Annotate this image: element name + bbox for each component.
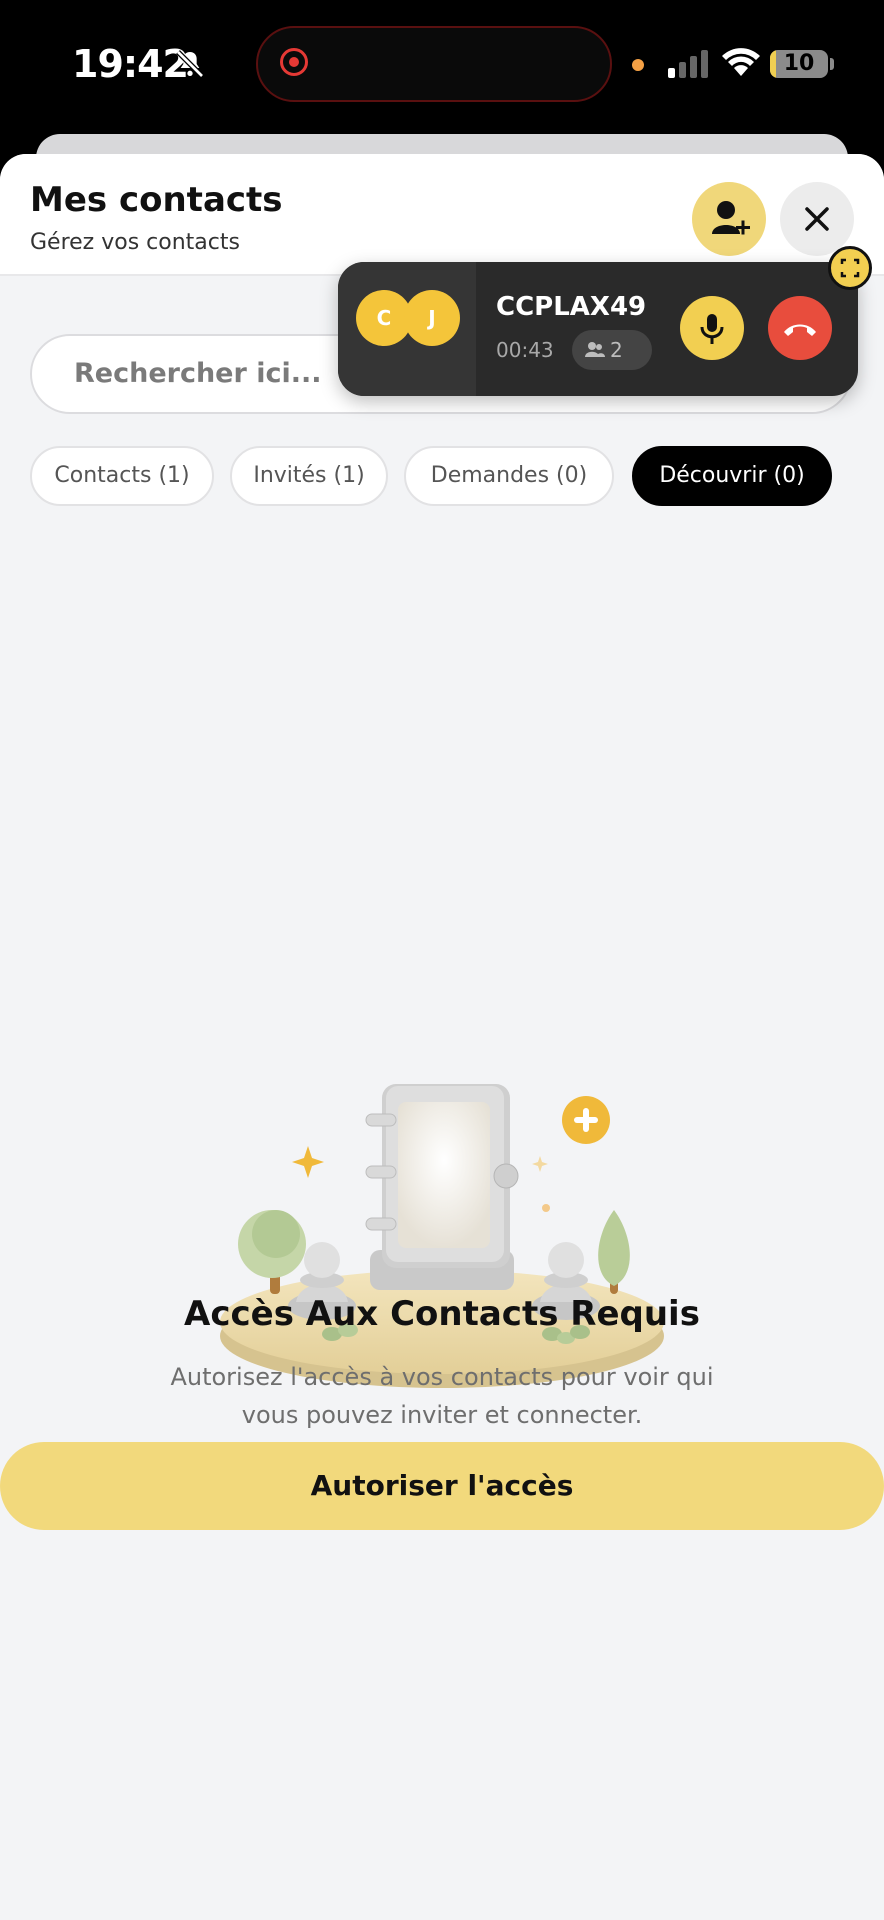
call-name: CCPLAX49: [496, 292, 647, 322]
contacts-sheet: Mes contacts Gérez vos contacts Recherch…: [0, 154, 884, 1920]
battery-icon: 10: [770, 50, 828, 78]
empty-state-description-line2: vous pouvez inviter et connecter.: [241, 1401, 643, 1429]
status-time: 19:42: [72, 42, 189, 86]
tab-demandes[interactable]: Demandes (0): [404, 446, 614, 506]
sheet-header: Mes contacts Gérez vos contacts: [0, 154, 884, 276]
mute-button[interactable]: [680, 296, 744, 360]
tab-contacts[interactable]: Contacts (1): [30, 446, 214, 506]
allow-access-label: Autoriser l'accès: [310, 1469, 574, 1502]
close-button[interactable]: [780, 182, 854, 256]
search-input[interactable]: Rechercher ici...: [74, 358, 322, 389]
empty-state-title: Accès Aux Contacts Requis: [184, 1294, 700, 1334]
page-subtitle: Gérez vos contacts: [30, 230, 240, 255]
status-bar: 19:42 10: [0, 0, 884, 140]
dynamic-island[interactable]: [256, 26, 612, 102]
privacy-indicator: [632, 59, 644, 71]
bell-slash-icon: [174, 48, 206, 84]
avatar: J: [404, 290, 460, 346]
allow-access-button[interactable]: Autoriser l'accès: [0, 1442, 884, 1530]
hang-up-button[interactable]: [768, 296, 832, 360]
battery-tip: [830, 58, 834, 70]
close-icon: [805, 207, 829, 231]
tab-decouvrir[interactable]: Découvrir (0): [632, 446, 832, 506]
empty-state-description: Autorisez l'accès à vos contacts pour vo…: [170, 1358, 714, 1434]
add-contact-button[interactable]: [692, 182, 766, 256]
participants-count: 2: [610, 338, 623, 362]
mic-icon: [700, 314, 724, 344]
wifi-icon: [722, 48, 760, 82]
battery-level: 10: [783, 51, 815, 76]
participants-badge: 2: [572, 330, 652, 370]
call-duration: 00:43: [496, 338, 554, 362]
call-avatars: C J: [338, 262, 476, 396]
page-title: Mes contacts: [30, 180, 283, 220]
tab-invites[interactable]: Invités (1): [230, 446, 388, 506]
empty-state-description-line1: Autorisez l'accès à vos contacts pour vo…: [170, 1363, 714, 1391]
call-widget[interactable]: C J CCPLAX49 00:43 2: [338, 262, 858, 396]
person-add-icon: [712, 201, 750, 235]
people-icon: [585, 342, 605, 357]
signal-icon: [668, 50, 712, 82]
expand-icon: [840, 258, 860, 278]
record-icon: [280, 48, 308, 76]
expand-call-button[interactable]: [828, 246, 872, 290]
phone-hangup-icon: [784, 324, 816, 336]
